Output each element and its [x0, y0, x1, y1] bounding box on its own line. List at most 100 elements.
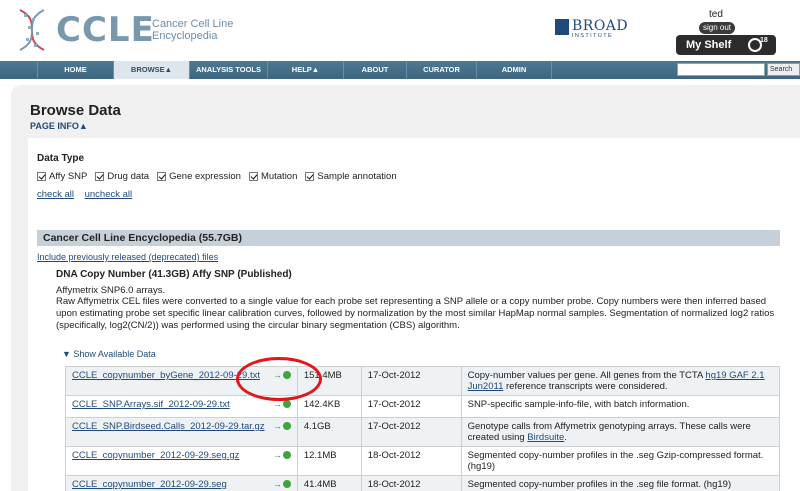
page-info-toggle[interactable]: PAGE INFO▲	[30, 121, 88, 131]
file-size: 4.1GB	[296, 417, 362, 447]
file-link[interactable]: CCLE_copynumber_2012-09-29.seg	[72, 479, 227, 490]
file-name-cell: CCLE_SNP.Birdseed.Calls_2012-09-29.tar.g…	[65, 417, 298, 447]
filter-mutation[interactable]: Mutation	[248, 171, 298, 182]
red-annotation-circle	[236, 357, 322, 401]
dataset-platform: Affymetrix SNP6.0 arrays.	[56, 285, 166, 296]
description-text: Segmented copy-number profiles in the .s…	[467, 479, 732, 490]
shelf-count: 18	[760, 37, 768, 44]
filter-label: Drug data	[107, 171, 150, 182]
gear-icon	[282, 451, 291, 459]
filter-sample-annotation[interactable]: Sample annotation	[305, 171, 397, 182]
checkbox-checked[interactable]	[248, 172, 258, 181]
gear-icon	[282, 422, 291, 430]
arrow-icon: →	[272, 479, 282, 489]
checkbox-checked[interactable]	[157, 172, 167, 181]
files-table: CCLE_copynumber_byGene_2012-09-29.txt → 15…	[65, 366, 781, 491]
filter-label: Mutation	[260, 171, 298, 182]
file-link[interactable]: CCLE_copynumber_byGene_2012-09-29.txt	[72, 370, 260, 381]
include-deprecated-link[interactable]: Include previously released (deprecated)…	[37, 252, 218, 262]
page-title: Browse Data	[30, 102, 121, 119]
broad-institute-logo[interactable]: BROAD INSTITUTE	[555, 18, 629, 41]
table-row: CCLE_copynumber_2012-09-29.seg → 41.4MB 18-…	[65, 475, 781, 491]
filter-label: Affy SNP	[49, 171, 88, 182]
file-date: 17-Oct-2012	[360, 417, 462, 447]
search-input[interactable]	[677, 63, 765, 76]
nav-curator[interactable]: CURATOR	[406, 61, 476, 79]
logo-subtitle-line2: Encyclopedia	[152, 30, 218, 42]
checkbox-checked[interactable]	[95, 172, 105, 181]
gear-icon	[282, 480, 291, 488]
filter-affy-snp[interactable]: Affy SNP	[37, 171, 87, 182]
my-shelf-label: My Shelf	[686, 39, 732, 51]
description-text: Genotype calls from Affymetrix genotypin…	[467, 421, 751, 443]
table-row: CCLE_SNP.Birdseed.Calls_2012-09-29.tar.g…	[65, 417, 781, 447]
data-type-title: Data Type	[37, 153, 85, 164]
add-to-shelf-icon[interactable]: →	[273, 450, 291, 460]
broad-box-icon	[555, 19, 569, 35]
description-text: reference transcripts were considered.	[503, 381, 668, 392]
broad-wordmark: BROAD	[572, 18, 629, 34]
file-size: 41.4MB	[296, 475, 362, 491]
filter-drug-data[interactable]: Drug data	[95, 171, 149, 182]
logo-subtitle-line1: Cancer Cell Line	[152, 18, 234, 30]
nav-analysis-tools[interactable]: ANALYSIS TOOLS	[189, 61, 267, 79]
checkbox-checked[interactable]	[305, 172, 315, 181]
add-to-shelf-icon[interactable]: →	[273, 479, 291, 489]
show-available-data-toggle[interactable]: ▼ Show Available Data	[62, 349, 156, 359]
section-header: Cancer Cell Line Encyclopedia (55.7GB)	[37, 230, 780, 246]
file-link[interactable]: CCLE_copynumber_2012-09-29.seg.gz	[72, 450, 239, 461]
file-name-cell: CCLE_copynumber_2012-09-29.seg.gz →	[65, 446, 298, 476]
description-link[interactable]: Birdsuite	[527, 432, 564, 443]
nav-home[interactable]: HOME	[37, 61, 113, 79]
arrow-icon: →	[272, 421, 282, 431]
search-button[interactable]: Search	[767, 63, 800, 76]
dna-helix-icon	[19, 9, 45, 51]
header: CCLE Cancer Cell Line Encyclopedia BROAD…	[0, 0, 800, 60]
file-description: Copy-number values per gene. All genes f…	[460, 366, 781, 396]
file-description: Genotype calls from Affymetrix genotypin…	[460, 417, 781, 447]
data-type-filters: Affy SNP Drug data Gene expression Mutat…	[37, 171, 397, 182]
add-to-shelf-icon[interactable]: →	[273, 421, 291, 431]
dataset-description: Raw Affymetrix CEL files were converted …	[56, 296, 775, 331]
ccle-logo[interactable]: CCLE Cancer Cell Line Encyclopedia	[12, 6, 242, 54]
file-description: Segmented copy-number profiles in the .s…	[460, 475, 781, 491]
main-nav: HOME BROWSE▲ ANALYSIS TOOLS HELP▲ ABOUT …	[0, 61, 800, 79]
dataset-title: DNA Copy Number (41.3GB) Affy SNP (Publi…	[56, 269, 292, 280]
checkbox-checked[interactable]	[37, 172, 46, 181]
my-shelf-button[interactable]: My Shelf 18	[676, 35, 776, 55]
logo-wordmark: CCLE	[56, 10, 155, 50]
file-date: 18-Oct-2012	[360, 475, 462, 491]
nav-admin[interactable]: ADMIN	[476, 61, 552, 79]
logo-subtitle: Cancer Cell Line Encyclopedia	[152, 18, 233, 42]
file-description: Segmented copy-number profiles in the .s…	[460, 446, 781, 476]
file-date: 17-Oct-2012	[360, 395, 462, 418]
nav-browse[interactable]: BROWSE▲	[113, 61, 189, 79]
arrow-icon: →	[272, 450, 282, 460]
description-text: SNP-specific sample-info-file, with batc…	[467, 399, 690, 410]
main-content: Browse Data PAGE INFO▲ Data Type Affy SN…	[11, 85, 800, 491]
browse-panel: Data Type Affy SNP Drug data Gene expres…	[28, 138, 800, 491]
check-all-link[interactable]: check all	[37, 189, 74, 200]
filter-label: Gene expression	[169, 171, 241, 182]
file-size: 12.1MB	[296, 446, 362, 476]
table-row: CCLE_copynumber_byGene_2012-09-29.txt → 15…	[65, 366, 781, 396]
description-text: Segmented copy-number profiles in the .s…	[467, 450, 764, 472]
file-size: 142.4KB	[296, 395, 362, 418]
filter-label: Sample annotation	[317, 171, 397, 182]
file-description: SNP-specific sample-info-file, with batc…	[460, 395, 781, 418]
sign-out-button[interactable]: sign out	[699, 22, 735, 34]
file-name-cell: CCLE_copynumber_2012-09-29.seg →	[65, 475, 298, 491]
nav-about[interactable]: ABOUT	[343, 61, 406, 79]
file-link[interactable]: CCLE_SNP.Birdseed.Calls_2012-09-29.tar.g…	[72, 421, 265, 432]
username: ted	[709, 9, 723, 20]
file-date: 17-Oct-2012	[360, 366, 462, 396]
table-row: CCLE_copynumber_2012-09-29.seg.gz → 12.1MB…	[65, 446, 781, 476]
check-links: check all uncheck all	[37, 189, 140, 200]
description-text: .	[564, 432, 567, 443]
filter-gene-expression[interactable]: Gene expression	[157, 171, 241, 182]
uncheck-all-link[interactable]: uncheck all	[85, 189, 133, 200]
nav-help[interactable]: HELP▲	[267, 61, 343, 79]
file-link[interactable]: CCLE_SNP.Arrays.sif_2012-09-29.txt	[72, 399, 230, 410]
file-date: 18-Oct-2012	[360, 446, 462, 476]
broad-institute-text: INSTITUTE	[572, 33, 614, 39]
